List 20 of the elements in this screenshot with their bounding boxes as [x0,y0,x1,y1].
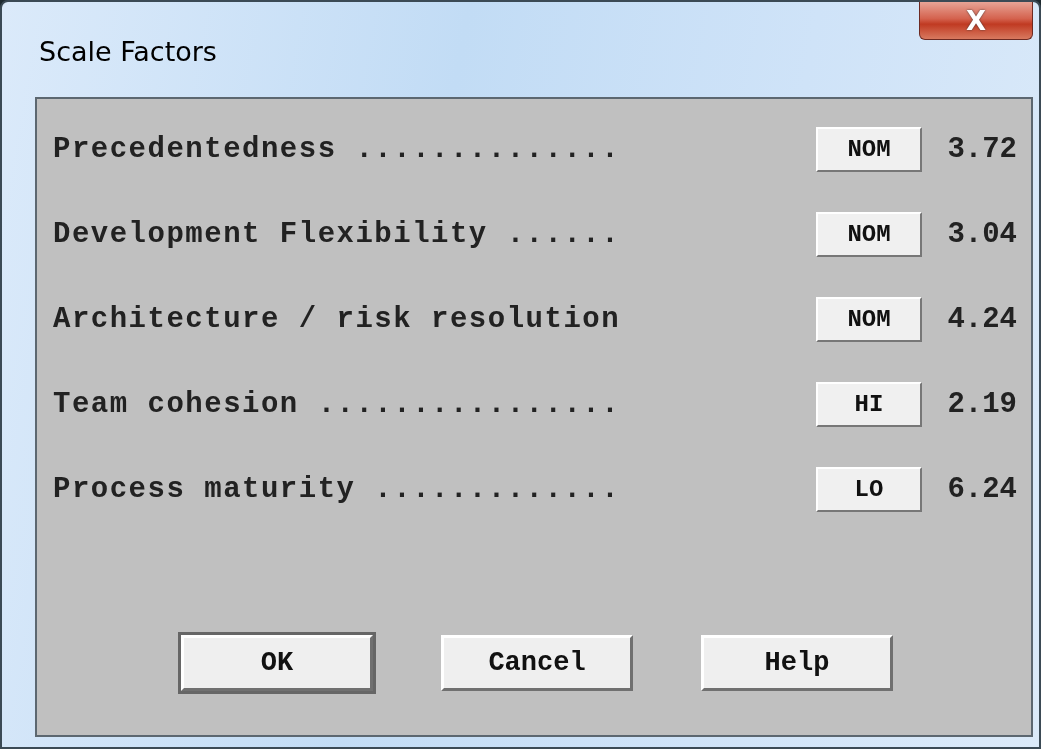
factor-value: 2.19 [946,388,1017,421]
rating-button[interactable]: HI [816,382,922,427]
factor-label: Process maturity ............. [53,473,622,506]
dialog-button[interactable]: Cancel [441,635,633,691]
factor-value: 6.24 [946,473,1017,506]
factor-label: Precedentedness .............. [53,133,622,166]
rating-button[interactable]: NOM [816,212,922,257]
dialog-button[interactable]: OK [181,635,373,691]
factor-label: Team cohesion ................ [53,388,622,421]
window-title: Scale Factors [39,36,217,67]
rating-button[interactable]: NOM [816,297,922,342]
rating-button[interactable]: NOM [816,127,922,172]
factor-label: Development Flexibility ...... [53,218,622,251]
close-button[interactable]: X [919,2,1033,40]
dialog-button[interactable]: Help [701,635,893,691]
rating-button[interactable]: LO [816,467,922,512]
factor-label: Architecture / risk resolution [53,303,622,336]
factor-value: 4.24 [946,303,1017,336]
factor-value: 3.72 [946,133,1017,166]
factor-value: 3.04 [946,218,1017,251]
